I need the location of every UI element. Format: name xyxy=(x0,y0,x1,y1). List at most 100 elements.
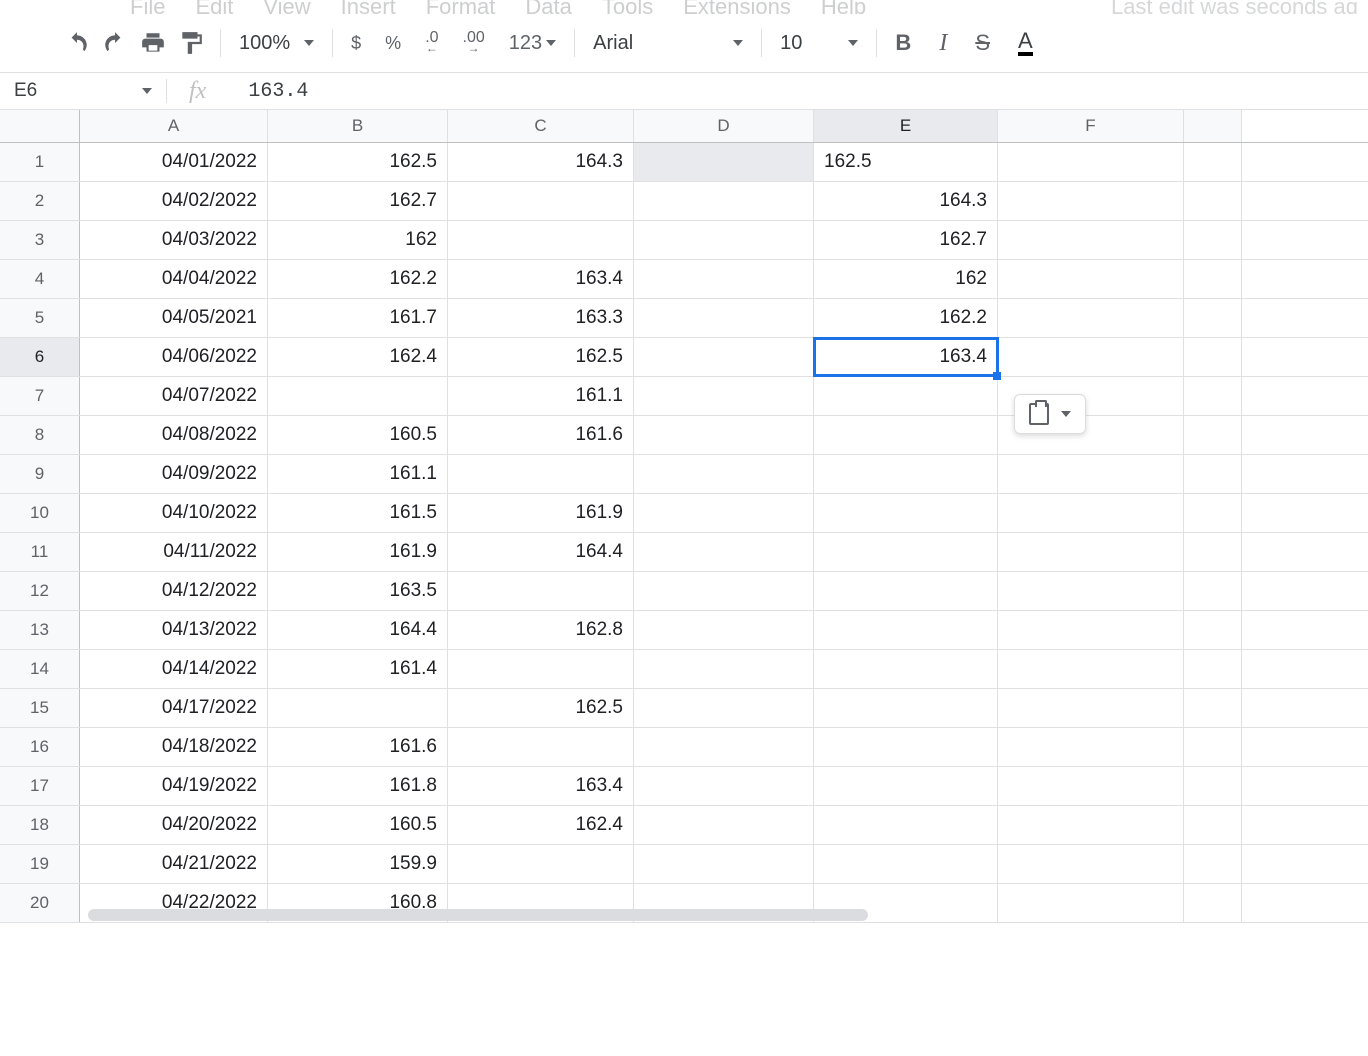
row-header[interactable]: 8 xyxy=(0,416,80,454)
cell[interactable] xyxy=(998,299,1184,337)
row-header[interactable]: 13 xyxy=(0,611,80,649)
cell[interactable] xyxy=(814,611,998,649)
formula-input[interactable]: 163.4 xyxy=(228,80,308,103)
redo-button[interactable] xyxy=(96,25,134,61)
cell[interactable] xyxy=(634,728,814,766)
cell[interactable] xyxy=(998,806,1184,844)
cell[interactable]: 162 xyxy=(268,221,448,259)
cell[interactable] xyxy=(1184,299,1242,337)
cell[interactable]: 161.9 xyxy=(268,533,448,571)
cell[interactable] xyxy=(814,689,998,727)
scrollbar-thumb[interactable] xyxy=(88,909,868,921)
cell[interactable] xyxy=(998,221,1184,259)
column-header[interactable]: C xyxy=(448,110,634,142)
bold-button[interactable]: B xyxy=(895,30,911,56)
cell[interactable]: 162.5 xyxy=(448,689,634,727)
cell[interactable] xyxy=(1184,611,1242,649)
cell[interactable] xyxy=(1184,533,1242,571)
cell[interactable]: 162.7 xyxy=(814,221,998,259)
cell[interactable] xyxy=(1184,416,1242,454)
cell[interactable] xyxy=(814,767,998,805)
cell[interactable] xyxy=(1184,767,1242,805)
cell[interactable]: 04/01/2022 xyxy=(80,143,268,181)
cell[interactable] xyxy=(998,728,1184,766)
cell[interactable] xyxy=(814,650,998,688)
row-header[interactable]: 15 xyxy=(0,689,80,727)
strikethrough-button[interactable]: S xyxy=(975,30,990,56)
cell[interactable]: 161.5 xyxy=(268,494,448,532)
cell[interactable]: 04/06/2022 xyxy=(80,338,268,376)
italic-button[interactable]: I xyxy=(939,30,947,57)
cell[interactable] xyxy=(998,494,1184,532)
name-box[interactable]: E6 xyxy=(0,73,166,109)
format-percent-button[interactable]: % xyxy=(385,33,401,54)
format-currency-button[interactable]: $ xyxy=(351,33,361,54)
row-header[interactable]: 12 xyxy=(0,572,80,610)
cell[interactable] xyxy=(634,455,814,493)
cell[interactable]: 04/11/2022 xyxy=(80,533,268,571)
cell[interactable]: 164.4 xyxy=(448,533,634,571)
row-header[interactable]: 14 xyxy=(0,650,80,688)
cell[interactable] xyxy=(814,845,998,883)
menu-file[interactable]: File xyxy=(130,0,165,14)
cell[interactable] xyxy=(1184,572,1242,610)
cell[interactable] xyxy=(634,299,814,337)
cell[interactable] xyxy=(634,377,814,415)
menu-tools[interactable]: Tools xyxy=(602,0,653,14)
font-size-dropdown[interactable]: 10 xyxy=(772,32,866,55)
cell[interactable] xyxy=(814,806,998,844)
cell[interactable]: 162.4 xyxy=(448,806,634,844)
cell[interactable] xyxy=(634,611,814,649)
cell[interactable]: 162.5 xyxy=(814,143,998,181)
cell[interactable] xyxy=(634,650,814,688)
more-formats-button[interactable]: 123 xyxy=(509,32,556,55)
row-header[interactable]: 19 xyxy=(0,845,80,883)
cell[interactable] xyxy=(814,416,998,454)
row-header[interactable]: 7 xyxy=(0,377,80,415)
undo-button[interactable] xyxy=(58,25,96,61)
cell[interactable] xyxy=(814,728,998,766)
cell[interactable] xyxy=(814,377,998,415)
cell[interactable]: 04/05/2021 xyxy=(80,299,268,337)
cell[interactable]: 04/07/2022 xyxy=(80,377,268,415)
cell[interactable] xyxy=(1184,143,1242,181)
select-all-corner[interactable] xyxy=(0,110,80,142)
cell[interactable] xyxy=(448,728,634,766)
cell[interactable]: 164.4 xyxy=(268,611,448,649)
cell[interactable]: 161.9 xyxy=(448,494,634,532)
menu-format[interactable]: Format xyxy=(426,0,496,14)
cell[interactable]: 161.1 xyxy=(448,377,634,415)
column-header[interactable]: D xyxy=(634,110,814,142)
cell[interactable]: 04/18/2022 xyxy=(80,728,268,766)
cell[interactable]: 161.6 xyxy=(448,416,634,454)
cell[interactable] xyxy=(634,533,814,571)
menu-help[interactable]: Help xyxy=(821,0,866,14)
cell[interactable]: 04/03/2022 xyxy=(80,221,268,259)
cell[interactable]: 161.7 xyxy=(268,299,448,337)
cell[interactable] xyxy=(998,611,1184,649)
cell[interactable] xyxy=(634,845,814,883)
row-header[interactable]: 20 xyxy=(0,884,80,922)
cell[interactable]: 162.4 xyxy=(268,338,448,376)
cell[interactable] xyxy=(634,494,814,532)
menu-extensions[interactable]: Extensions xyxy=(683,0,791,14)
cell[interactable] xyxy=(1184,650,1242,688)
last-edit-link[interactable]: Last edit was seconds ag xyxy=(1111,0,1358,14)
cell[interactable]: 162.8 xyxy=(448,611,634,649)
cell[interactable] xyxy=(1184,728,1242,766)
column-header[interactable]: B xyxy=(268,110,448,142)
cell[interactable]: 159.9 xyxy=(268,845,448,883)
menu-edit[interactable]: Edit xyxy=(195,0,233,14)
cell[interactable] xyxy=(448,845,634,883)
cell[interactable]: 04/20/2022 xyxy=(80,806,268,844)
cell[interactable]: 161.6 xyxy=(268,728,448,766)
cell[interactable]: 04/14/2022 xyxy=(80,650,268,688)
cell[interactable] xyxy=(634,767,814,805)
cell[interactable]: 160.5 xyxy=(268,416,448,454)
paste-options-chip[interactable] xyxy=(1014,394,1086,434)
row-header[interactable]: 11 xyxy=(0,533,80,571)
cell[interactable] xyxy=(998,845,1184,883)
cell[interactable]: 04/08/2022 xyxy=(80,416,268,454)
cell[interactable]: 163.5 xyxy=(268,572,448,610)
cell[interactable]: 161.4 xyxy=(268,650,448,688)
